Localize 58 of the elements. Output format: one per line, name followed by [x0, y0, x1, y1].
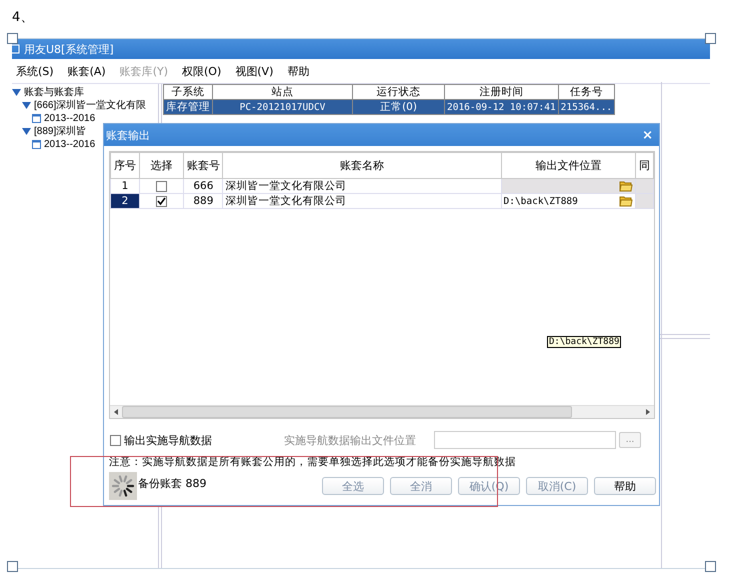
resize-handle[interactable] — [705, 561, 716, 572]
tree-item[interactable]: 2013--2016 — [44, 112, 96, 125]
horizontal-scrollbar[interactable] — [110, 405, 654, 418]
menu-item[interactable]: 权限(O) — [175, 64, 228, 78]
checkbox-label[interactable]: 输出实施导航数据 — [124, 432, 212, 448]
column-header[interactable]: 任务号 — [558, 84, 615, 100]
expanded-triangle-icon[interactable] — [12, 89, 21, 96]
column-header[interactable]: 账套名称 — [222, 152, 501, 178]
menu-item[interactable]: 系统(S) — [12, 64, 61, 78]
path-field[interactable] — [434, 431, 616, 449]
menu-item[interactable]: 视图(V) — [228, 64, 280, 78]
expanded-triangle-icon[interactable] — [22, 128, 31, 135]
column-header[interactable]: 账套号 — [184, 152, 223, 178]
field-label: 实施导航数据输出文件位置 — [284, 432, 416, 448]
window-icon — [12, 44, 20, 54]
column-header[interactable]: 同 — [636, 152, 654, 178]
column-header[interactable]: 子系统 — [164, 84, 212, 100]
progress-text: 备份账套 889 — [138, 476, 206, 491]
column-header[interactable]: 运行状态 — [352, 84, 444, 100]
resize-handle[interactable] — [705, 33, 716, 44]
column-header[interactable]: 站点 — [212, 84, 352, 100]
window-title: 用友U8[系统管理] — [24, 42, 114, 56]
table-cell: D:\back\ZT889 — [504, 196, 578, 206]
dialog-title: 账套输出 — [106, 128, 150, 142]
dialog-button[interactable]: 帮助 — [594, 477, 656, 495]
table-cell[interactable]: 2016-09-12 10:07:41 — [444, 100, 558, 114]
tree-item[interactable]: [666]深圳皆一堂文化有限 — [34, 99, 146, 112]
resize-handle[interactable] — [7, 33, 18, 44]
tree-item[interactable]: [889]深圳皆 — [34, 125, 86, 138]
checkbox[interactable] — [110, 434, 121, 446]
table-cell: 深圳皆一堂文化有限公司 — [222, 178, 501, 194]
menu-item[interactable]: 帮助 — [280, 64, 316, 78]
table-cell[interactable]: 正常(0) — [352, 100, 444, 114]
column-header[interactable]: 选择 — [139, 152, 184, 178]
resize-handle[interactable] — [7, 561, 18, 572]
expanded-triangle-icon[interactable] — [22, 102, 31, 109]
calendar-icon — [32, 140, 41, 149]
menu-item[interactable]: 账套(A) — [60, 64, 113, 78]
checkbox[interactable] — [156, 196, 168, 207]
step-number: 4、 — [12, 9, 34, 26]
close-button[interactable]: × — [642, 128, 653, 142]
table-cell[interactable]: PC-20121017UDCV — [212, 100, 352, 114]
folder-icon[interactable] — [619, 195, 633, 207]
table-cell[interactable]: 215364... — [558, 100, 615, 114]
calendar-icon — [32, 114, 41, 123]
column-header[interactable]: 序号 — [110, 152, 140, 178]
tree-item[interactable]: 2013--2016 — [44, 138, 96, 151]
table-cell: 889 — [184, 194, 223, 208]
table-cell: 深圳皆一堂文化有限公司 — [222, 194, 501, 208]
checkbox[interactable] — [156, 180, 168, 192]
folder-icon[interactable] — [619, 180, 633, 192]
table-cell[interactable]: 库存管理 — [164, 100, 212, 114]
row-number[interactable]: 2 — [110, 194, 140, 208]
tooltip: D:\back\ZT889 — [547, 336, 622, 348]
column-header[interactable]: 注册时间 — [444, 84, 558, 100]
table-cell: 666 — [184, 178, 223, 194]
column-header[interactable]: 输出文件位置 — [501, 152, 636, 178]
tree-item[interactable]: 账套与账套库 — [24, 86, 84, 99]
